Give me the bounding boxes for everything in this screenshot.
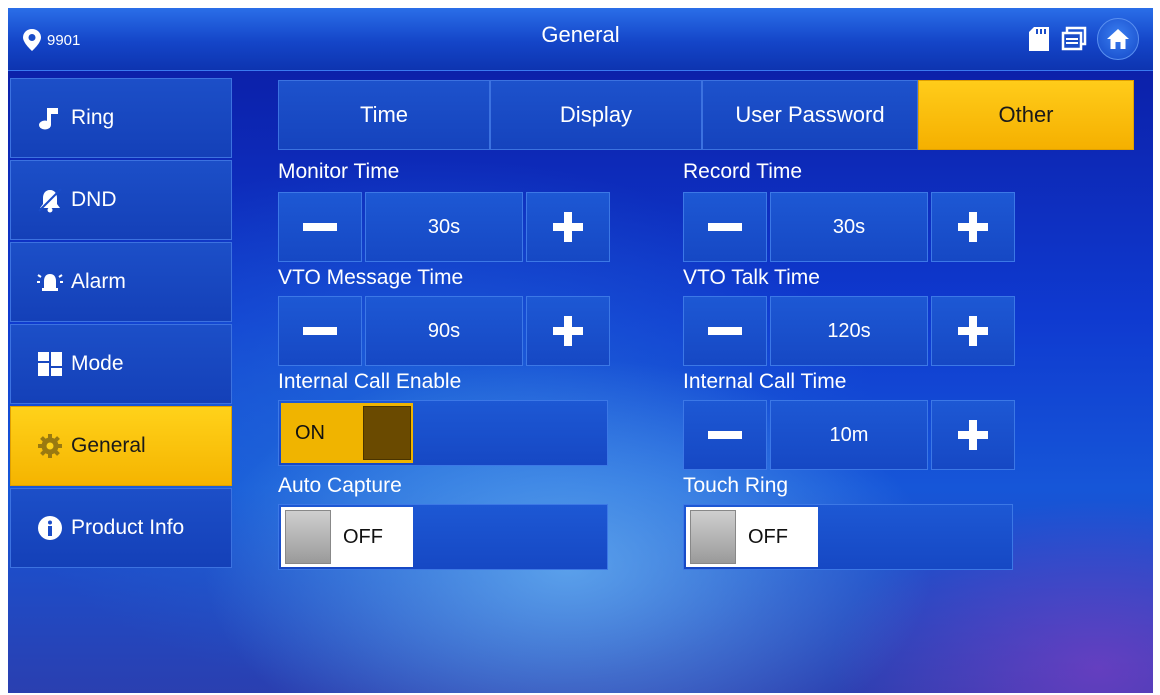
- vto-message-time-label: VTO Message Time: [278, 266, 464, 289]
- sidebar-item-label: Product Info: [71, 516, 185, 539]
- message-icon[interactable]: [1061, 26, 1087, 52]
- alarm-icon: [35, 267, 65, 297]
- touch-ring-toggle[interactable]: OFF: [683, 504, 1013, 570]
- minus-icon: [303, 223, 337, 231]
- vto-message-time-decrease-button[interactable]: [278, 296, 362, 366]
- home-icon: [1107, 29, 1129, 49]
- record-time-label: Record Time: [683, 160, 803, 183]
- plus-icon: [553, 212, 583, 242]
- mode-grid-icon: [35, 349, 65, 379]
- monitor-time-stepper: 30s: [278, 192, 610, 262]
- sidebar-item-label: Alarm: [71, 270, 126, 293]
- auto-capture-label: Auto Capture: [278, 474, 402, 497]
- tab-other[interactable]: Other: [918, 80, 1134, 150]
- minus-icon: [708, 327, 742, 335]
- plus-icon: [553, 316, 583, 346]
- sidebar-item-alarm[interactable]: Alarm: [10, 242, 232, 322]
- home-button[interactable]: [1097, 18, 1139, 60]
- sidebar-item-product-info[interactable]: Product Info: [10, 488, 232, 568]
- monitor-time-decrease-button[interactable]: [278, 192, 362, 262]
- sidebar-item-ring[interactable]: Ring: [10, 78, 232, 158]
- record-time-stepper: 30s: [683, 192, 1015, 262]
- monitor-time-increase-button[interactable]: [526, 192, 610, 262]
- page-title: General: [541, 22, 620, 47]
- vto-message-time-value: 90s: [365, 296, 523, 366]
- record-time-decrease-button[interactable]: [683, 192, 767, 262]
- tab-display[interactable]: Display: [490, 80, 702, 150]
- sidebar-item-label: Mode: [71, 352, 124, 375]
- screen: 9901 General Ring DND Alarm Mode General…: [8, 8, 1153, 693]
- info-icon: [35, 513, 65, 543]
- internal-call-enable-toggle[interactable]: ON: [278, 400, 608, 466]
- settings-tabs: Time Display User Password Other: [278, 80, 1134, 150]
- internal-call-enable-label: Internal Call Enable: [278, 370, 462, 393]
- internal-call-time-increase-button[interactable]: [931, 400, 1015, 470]
- sd-card-icon: [1029, 27, 1049, 51]
- toggle-knob: [690, 510, 736, 564]
- toggle-state: OFF: [748, 525, 788, 548]
- minus-icon: [303, 327, 337, 335]
- toggle-switch: ON: [281, 403, 413, 463]
- internal-call-time-label: Internal Call Time: [683, 370, 847, 393]
- minus-icon: [708, 223, 742, 231]
- minus-icon: [708, 431, 742, 439]
- monitor-time-label: Monitor Time: [278, 160, 400, 183]
- auto-capture-toggle[interactable]: OFF: [278, 504, 608, 570]
- plus-icon: [958, 212, 988, 242]
- vto-talk-time-value: 120s: [770, 296, 928, 366]
- monitor-time-value: 30s: [365, 192, 523, 262]
- gear-icon: [35, 431, 65, 461]
- vto-message-time-stepper: 90s: [278, 296, 610, 366]
- vto-message-time-increase-button[interactable]: [526, 296, 610, 366]
- record-time-value: 30s: [770, 192, 928, 262]
- plus-icon: [958, 316, 988, 346]
- sidebar-item-dnd[interactable]: DND: [10, 160, 232, 240]
- sidebar-item-mode[interactable]: Mode: [10, 324, 232, 404]
- toggle-switch: OFF: [686, 507, 818, 567]
- bell-mute-icon: [35, 185, 65, 215]
- vto-talk-time-increase-button[interactable]: [931, 296, 1015, 366]
- internal-call-time-value: 10m: [770, 400, 928, 470]
- record-time-increase-button[interactable]: [931, 192, 1015, 262]
- music-note-icon: [35, 103, 65, 133]
- vto-talk-time-stepper: 120s: [683, 296, 1015, 366]
- vto-talk-time-decrease-button[interactable]: [683, 296, 767, 366]
- sidebar-item-label: Ring: [71, 106, 115, 129]
- tab-time[interactable]: Time: [278, 80, 490, 150]
- sidebar-item-label: General: [71, 434, 146, 457]
- top-bar: 9901 General: [8, 8, 1153, 71]
- plus-icon: [958, 420, 988, 450]
- toggle-state: OFF: [343, 525, 383, 548]
- toggle-switch: OFF: [281, 507, 413, 567]
- sidebar-item-general[interactable]: General: [10, 406, 232, 486]
- toggle-knob: [363, 406, 411, 460]
- sidebar-item-label: DND: [71, 188, 117, 211]
- tab-user-password[interactable]: User Password: [702, 80, 918, 150]
- toggle-state: ON: [295, 421, 325, 444]
- internal-call-time-decrease-button[interactable]: [683, 400, 767, 470]
- touch-ring-label: Touch Ring: [683, 474, 789, 497]
- vto-talk-time-label: VTO Talk Time: [683, 266, 820, 289]
- internal-call-time-stepper: 10m: [683, 400, 1015, 470]
- toggle-knob: [285, 510, 331, 564]
